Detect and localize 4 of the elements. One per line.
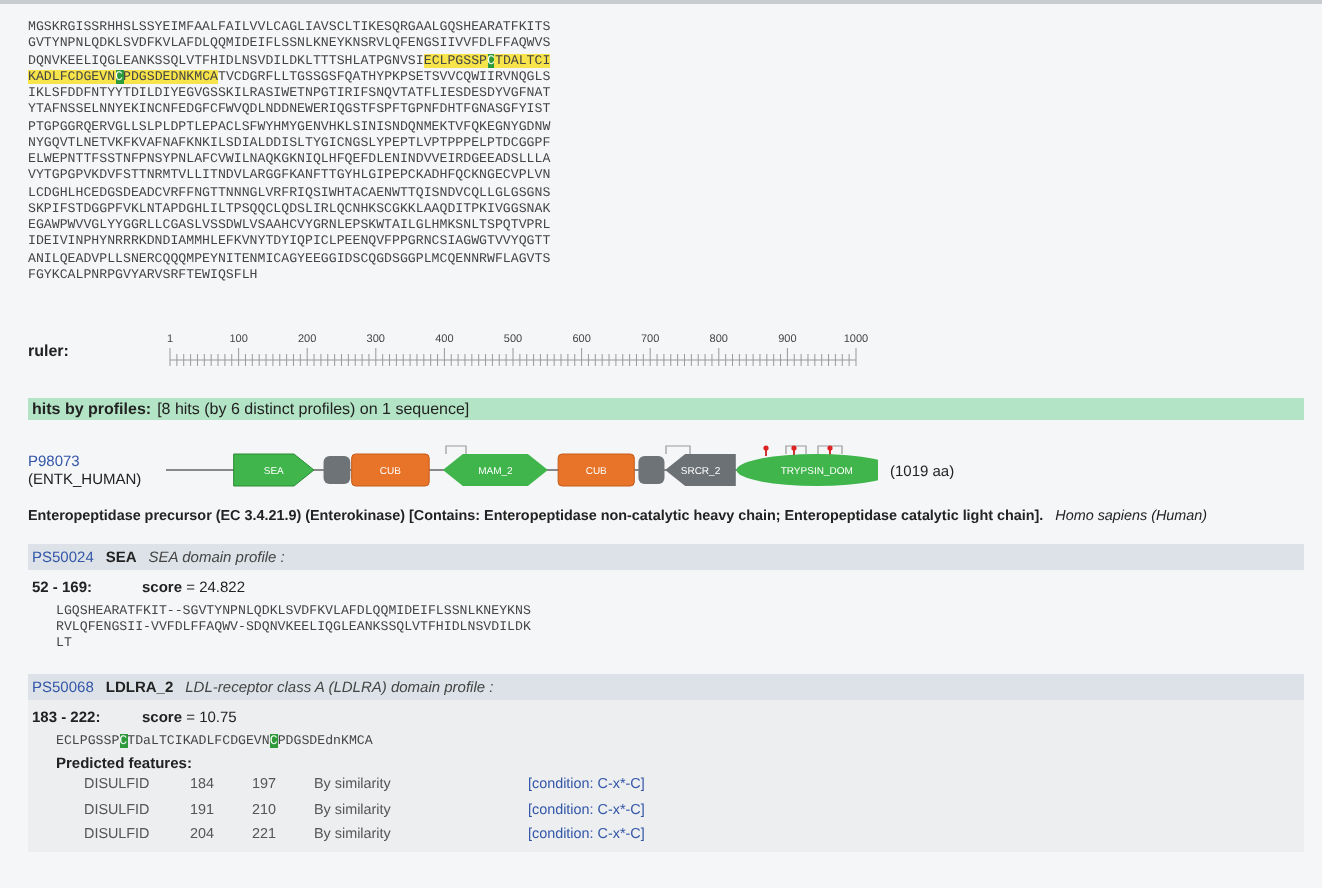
domain-shape[interactable] bbox=[638, 456, 665, 484]
hits-banner: hits by profiles: [8 hits (by 6 distinct profiles) on 1 sequence] bbox=[28, 398, 1304, 420]
domain-shape[interactable] bbox=[323, 456, 351, 484]
ruler-label: ruler: bbox=[28, 341, 71, 359]
